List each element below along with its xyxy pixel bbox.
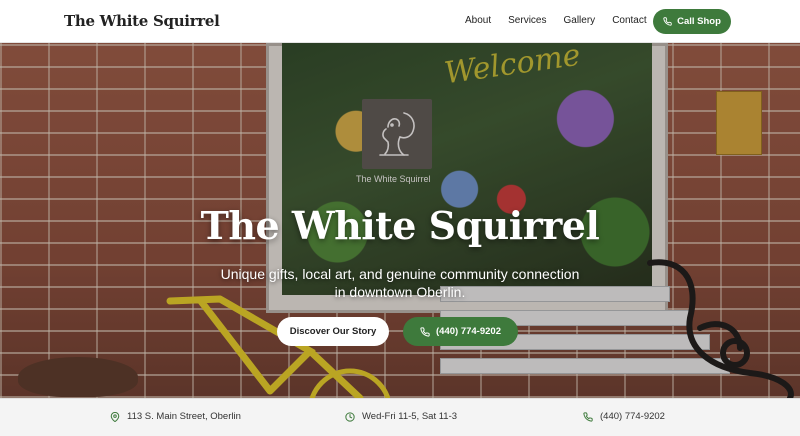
call-shop-label: Call Shop xyxy=(677,16,721,27)
info-bar: 113 S. Main Street, Oberlin Wed-Fri 11-5… xyxy=(0,398,800,436)
hero-subtitle: Unique gifts, local art, and genuine com… xyxy=(0,265,800,301)
call-shop-button[interactable]: Call Shop xyxy=(653,9,731,34)
hours-item: Wed-Fri 11-5, Sat 11-3 xyxy=(345,411,457,422)
nav-services[interactable]: Services xyxy=(508,15,546,26)
hero-phone-label: (440) 774-9202 xyxy=(436,326,501,337)
phone-text: (440) 774-9202 xyxy=(600,411,665,422)
hours-text: Wed-Fri 11-5, Sat 11-3 xyxy=(362,411,458,422)
nav-about[interactable]: About xyxy=(465,15,491,26)
discover-story-button[interactable]: Discover Our Story xyxy=(277,317,389,346)
site-logo[interactable]: The White Squirrel xyxy=(64,12,220,30)
phone-icon xyxy=(420,326,430,337)
hero-subtitle-line2: in downtown Oberlin. xyxy=(334,284,466,300)
hero-phone-button[interactable]: (440) 774-9202 xyxy=(403,317,518,346)
phone-item[interactable]: (440) 774-9202 xyxy=(583,411,665,422)
map-pin-icon xyxy=(110,411,120,422)
hero-title: The White Squirrel xyxy=(200,203,600,248)
address-text: 113 S. Main Street, Oberlin xyxy=(127,411,241,422)
phone-icon xyxy=(663,17,672,26)
site-header: The White Squirrel About Services Galler… xyxy=(0,0,800,43)
phone-icon xyxy=(583,411,593,422)
hero-section: Welcome The White Squirrel The White Squ… xyxy=(0,43,800,398)
nav-gallery[interactable]: Gallery xyxy=(564,15,596,26)
address-item[interactable]: 113 S. Main Street, Oberlin xyxy=(110,411,241,422)
hero-subtitle-line1: Unique gifts, local art, and genuine com… xyxy=(220,266,580,282)
nav-contact[interactable]: Contact xyxy=(612,15,646,26)
main-nav: About Services Gallery Contact xyxy=(465,15,647,26)
clock-icon xyxy=(345,411,355,422)
